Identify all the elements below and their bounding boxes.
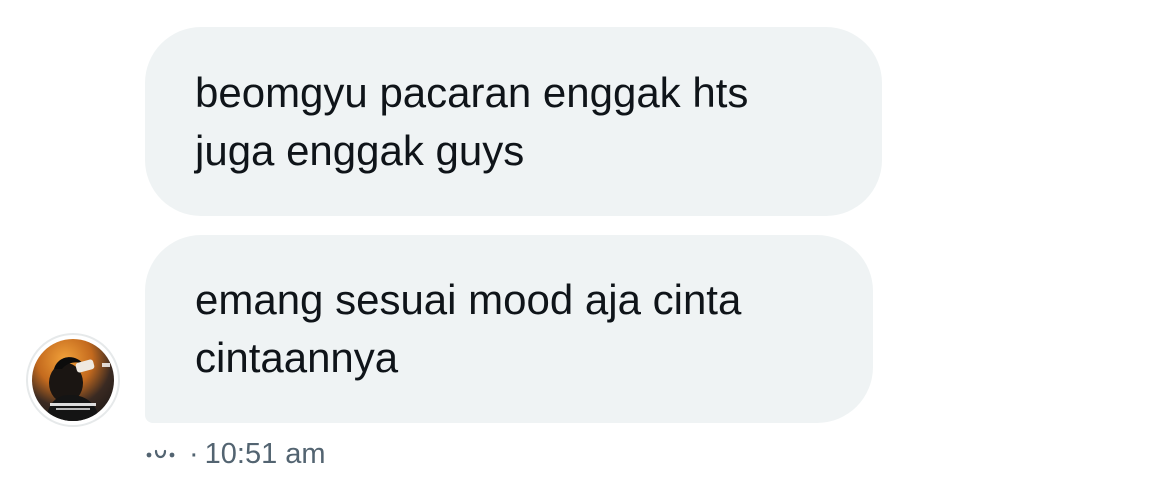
meta-separator: · xyxy=(189,437,199,470)
avatar-image xyxy=(32,339,114,421)
seen-icon xyxy=(145,447,177,461)
dm-conversation: beomgyu pacaran enggak hts juga enggak g… xyxy=(0,0,1169,500)
message-bubble[interactable]: beomgyu pacaran enggak hts juga enggak g… xyxy=(145,27,882,216)
message-text: emang sesuai mood aja cinta cintaannya xyxy=(195,276,742,381)
avatar[interactable] xyxy=(26,333,120,427)
message-bubble[interactable]: emang sesuai mood aja cinta cintaannya xyxy=(145,235,873,423)
message-timestamp: 10:51 am xyxy=(204,437,326,470)
avatar-portrait-icon xyxy=(46,357,110,421)
message-meta: · 10:51 am xyxy=(145,436,326,472)
message-text: beomgyu pacaran enggak hts juga enggak g… xyxy=(195,68,749,174)
